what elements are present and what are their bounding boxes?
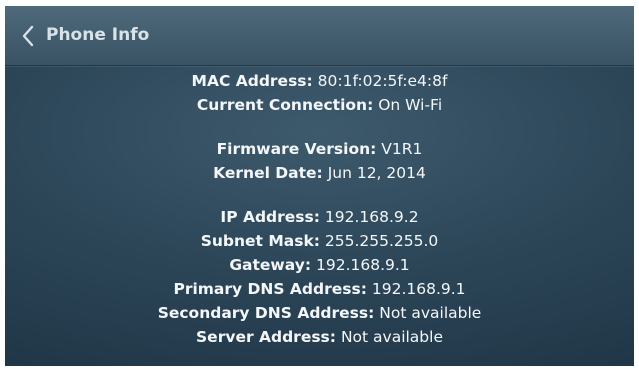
info-label: Current Connection: [196, 96, 374, 114]
info-label: Subnet Mask: [200, 232, 320, 250]
info-value: 255.255.255.0 [324, 232, 439, 250]
info-row-secondary-dns: Secondary DNS Address: Not available [5, 301, 634, 325]
ip-settings-group: IP Address: 192.168.9.2 Subnet Mask: 255… [5, 205, 634, 349]
info-value: 192.168.9.1 [315, 256, 410, 274]
chevron-left-icon [22, 25, 34, 47]
info-row-gateway: Gateway: 192.168.9.1 [5, 253, 634, 277]
info-row-kernel-date: Kernel Date: Jun 12, 2014 [5, 161, 634, 185]
info-label: Primary DNS Address: [173, 280, 367, 298]
info-list: MAC Address: 80:1f:02:5f:e4:8f Current C… [5, 69, 634, 349]
info-label: Server Address: [196, 328, 336, 346]
info-label: MAC Address: [191, 72, 313, 90]
info-row-subnet-mask: Subnet Mask: 255.255.255.0 [5, 229, 634, 253]
info-label: Gateway: [229, 256, 312, 274]
info-value: 80:1f:02:5f:e4:8f [317, 72, 448, 90]
info-value: V1R1 [381, 140, 423, 158]
info-label: Kernel Date: [213, 164, 323, 182]
info-value: Not available [340, 328, 443, 346]
info-value: Jun 12, 2014 [327, 164, 426, 182]
info-row-current-connection: Current Connection: On Wi-Fi [5, 93, 634, 117]
phone-info-screen: Phone Info MAC Address: 80:1f:02:5f:e4:8… [5, 6, 634, 366]
info-label: IP Address: [220, 208, 320, 226]
page-title: Phone Info [46, 25, 150, 45]
firmware-group: Firmware Version: V1R1 Kernel Date: Jun … [5, 137, 634, 185]
info-value: 192.168.9.1 [371, 280, 466, 298]
info-label: Secondary DNS Address: [157, 304, 375, 322]
info-label: Firmware Version: [216, 140, 377, 158]
network-identity-group: MAC Address: 80:1f:02:5f:e4:8f Current C… [5, 69, 634, 117]
header-bar: Phone Info [5, 6, 634, 66]
info-row-firmware-version: Firmware Version: V1R1 [5, 137, 634, 161]
info-row-primary-dns: Primary DNS Address: 192.168.9.1 [5, 277, 634, 301]
info-row-mac-address: MAC Address: 80:1f:02:5f:e4:8f [5, 69, 634, 93]
info-value: On Wi-Fi [378, 96, 443, 114]
info-value: Not available [379, 304, 482, 322]
back-button[interactable] [19, 23, 37, 49]
info-row-ip-address: IP Address: 192.168.9.2 [5, 205, 634, 229]
info-value: 192.168.9.2 [324, 208, 419, 226]
info-row-server-address: Server Address: Not available [5, 325, 634, 349]
